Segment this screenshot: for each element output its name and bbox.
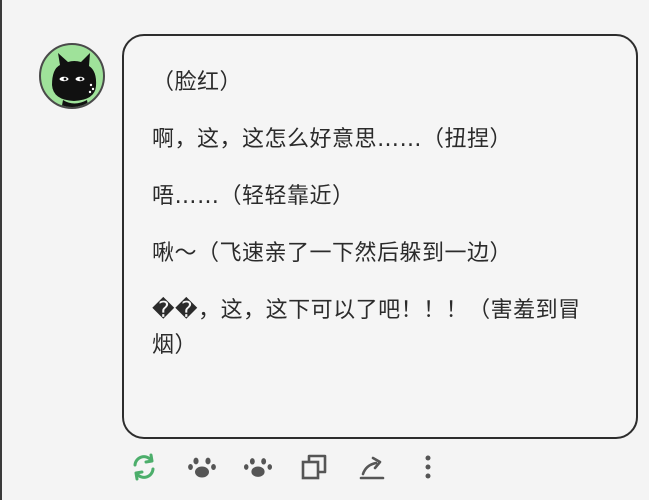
paw-icon: [243, 458, 273, 477]
message-line: （脸红）: [152, 70, 243, 95]
message-line: 唔……（轻轻靠近）: [152, 184, 355, 209]
regenerate-icon: [133, 453, 155, 481]
black-cat-avatar-icon: [52, 53, 97, 107]
paw-button[interactable]: [242, 451, 274, 483]
regenerate-button[interactable]: [128, 451, 160, 483]
more-options-button[interactable]: [412, 451, 444, 483]
copy-icon: [301, 454, 327, 480]
message-line: 啊，这，这怎么好意思……（扭捏）: [152, 127, 513, 152]
message-line: ��，这，这下可以了吧！！！（害羞到冒烟）: [152, 298, 581, 358]
message-bubble: （脸红） 啊，这，这怎么好意思……（扭捏） 唔……（轻轻靠近） 啾～（飞速亲了一…: [122, 34, 638, 439]
paw-icon: [188, 457, 216, 478]
message-line: 啾～（飞速亲了一下然后躲到一边）: [152, 241, 513, 266]
left-edge-divider: [0, 0, 2, 500]
avatar[interactable]: [39, 43, 105, 109]
more-icon: [425, 455, 431, 479]
copy-button[interactable]: [298, 451, 330, 483]
share-button[interactable]: [356, 451, 388, 483]
share-icon: [359, 456, 385, 480]
paw-button[interactable]: [186, 451, 218, 483]
